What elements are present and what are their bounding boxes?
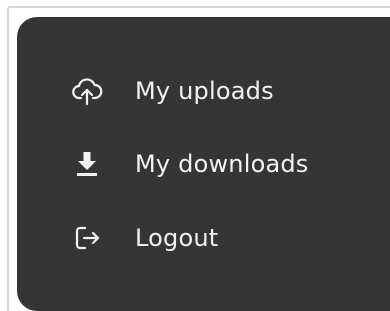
menu-item-label: My uploads <box>135 77 274 105</box>
download-icon <box>71 148 103 180</box>
logout-icon <box>71 222 103 254</box>
menu-item-label: My downloads <box>135 150 309 178</box>
menu-item-logout[interactable]: Logout <box>17 209 390 267</box>
cloud-upload-icon <box>71 75 103 107</box>
menu-item-my-downloads[interactable]: My downloads <box>17 135 390 193</box>
menu-item-label: Logout <box>135 224 219 252</box>
menu-item-my-uploads[interactable]: My uploads <box>17 62 390 120</box>
account-dropdown-menu: My uploads My downloads Logout <box>17 17 390 311</box>
